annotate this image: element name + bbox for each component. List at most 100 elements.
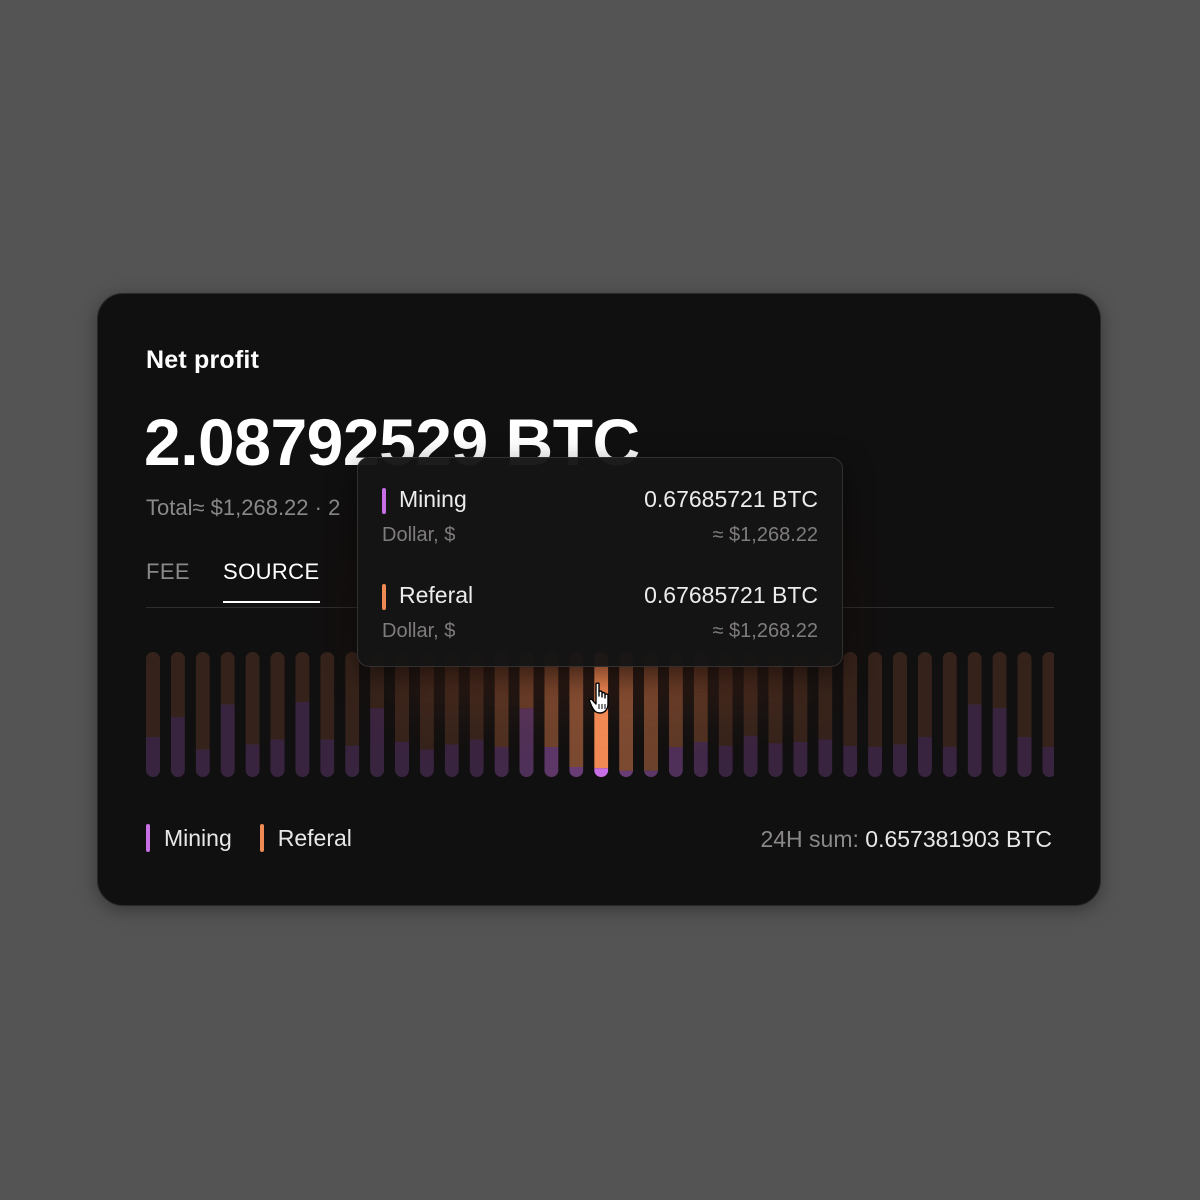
bar-segment-referal <box>320 652 335 740</box>
legend-item-mining: Mining <box>146 824 232 852</box>
tooltip-unit-label: Dollar, $ <box>382 524 456 546</box>
chart-bar-25[interactable] <box>768 652 783 777</box>
bar-segment-referal <box>295 652 310 702</box>
bar-segment-mining <box>419 749 434 777</box>
tooltip-marker-referal <box>382 584 386 610</box>
bar-segment-mining <box>270 739 285 777</box>
bar-segment-referal <box>170 652 185 717</box>
bar-segment-referal <box>345 652 360 746</box>
bar-segment-mining <box>444 744 459 777</box>
chart-bar-16[interactable] <box>544 652 559 777</box>
chart-bar-14[interactable] <box>494 652 509 777</box>
chart-bar-35[interactable] <box>1017 652 1032 777</box>
chart-bar-30[interactable] <box>893 652 907 777</box>
tooltip-marker-mining <box>382 488 386 514</box>
chart-bar-20[interactable] <box>644 652 658 777</box>
bar-segment-mining <box>519 708 534 777</box>
bar-segment-mining <box>295 702 310 777</box>
chart-bar-22[interactable] <box>693 652 708 777</box>
chart-bar-33[interactable] <box>967 652 982 777</box>
chart-bar-6[interactable] <box>295 652 310 777</box>
bar-segment-referal <box>644 652 658 771</box>
chart-bar-24[interactable] <box>743 652 758 777</box>
bar-segment-mining <box>693 742 708 777</box>
bar-segment-mining <box>619 770 634 777</box>
chart-bar-26[interactable] <box>793 652 808 777</box>
bar-segment-referal <box>843 652 858 746</box>
bar-segment-referal <box>967 652 982 705</box>
chart-bar-36[interactable] <box>1042 652 1054 777</box>
bar-segment-mining <box>494 747 509 777</box>
tooltip-usd-value: ≈ $1,268.22 <box>712 620 818 642</box>
tooltip-unit-label: Dollar, $ <box>382 620 456 642</box>
legend-label-referal: Referal <box>277 824 352 851</box>
chart-bar-19[interactable] <box>619 652 634 777</box>
bar-segment-mining <box>146 737 160 777</box>
bar-segment-mining <box>345 745 360 777</box>
chart-bar-4[interactable] <box>245 652 260 777</box>
bar-segment-mining <box>170 717 185 777</box>
chart-bar-1[interactable] <box>170 652 185 777</box>
bar-segment-mining <box>868 747 883 777</box>
bar-segment-mining <box>992 708 1007 777</box>
bar-segment-referal <box>942 652 957 747</box>
chart-bar-13[interactable] <box>469 652 484 777</box>
source-bar-chart[interactable] <box>146 652 1054 782</box>
tab-source[interactable]: SOURCE <box>223 559 320 603</box>
bar-segment-referal <box>1042 652 1054 747</box>
bar-segment-mining <box>768 743 783 777</box>
legend-swatch-mining <box>146 824 150 852</box>
chart-bar-8[interactable] <box>345 652 360 777</box>
bar-segment-mining <box>967 704 982 777</box>
bar-segment-mining <box>220 704 235 777</box>
bar-segment-mining <box>320 739 335 777</box>
bar-segment-referal <box>917 652 932 737</box>
chart-bar-10[interactable] <box>395 652 409 777</box>
bar-segment-referal <box>245 652 260 745</box>
bar-segment-mining <box>793 742 808 777</box>
tooltip-btc-value: 0.67685721 BTC <box>644 486 818 512</box>
legend-item-referal: Referal <box>259 824 352 852</box>
bar-segment-mining <box>917 737 932 777</box>
total-usd-subline: Total≈ $1,268.22 · 2 <box>146 495 341 520</box>
chart-tooltip: Mining 0.67685721 BTC Dollar, $ ≈ $1,268… <box>357 457 843 667</box>
chart-bar-7[interactable] <box>320 652 335 777</box>
chart-bar-17[interactable] <box>569 652 584 777</box>
chart-bar-12[interactable] <box>444 652 459 777</box>
chart-bar-3[interactable] <box>220 652 235 777</box>
tooltip-btc-value: 0.67685721 BTC <box>644 582 818 608</box>
bar-segment-mining <box>245 744 260 777</box>
chart-bar-34[interactable] <box>992 652 1007 777</box>
chart-bar-32[interactable] <box>942 652 957 777</box>
chart-bar-27[interactable] <box>818 652 833 777</box>
bar-segment-mining <box>743 735 758 777</box>
bar-segment-referal <box>569 652 584 767</box>
bar-segment-mining <box>942 747 957 777</box>
chart-bar-15[interactable] <box>519 652 534 777</box>
bar-segment-mining <box>469 739 484 777</box>
chart-bar-0[interactable] <box>146 652 160 777</box>
tooltip-series-name: Mining <box>399 486 467 512</box>
chart-bar-31[interactable] <box>917 652 932 777</box>
chart-bar-21[interactable] <box>668 652 683 777</box>
bar-segment-mining <box>195 749 210 777</box>
bar-segment-mining <box>668 747 683 777</box>
chart-bar-2[interactable] <box>195 652 210 777</box>
bar-segment-mining <box>569 767 584 777</box>
bar-segment-referal <box>220 652 235 705</box>
bar-segment-referal <box>868 652 883 747</box>
chart-bar-28[interactable] <box>843 652 858 777</box>
chart-bar-29[interactable] <box>868 652 883 777</box>
chart-bar-11[interactable] <box>419 652 434 777</box>
chart-bar-5[interactable] <box>270 652 285 777</box>
legend-swatch-referal <box>259 824 264 852</box>
chart-bar-23[interactable] <box>718 652 733 777</box>
chart-bar-9[interactable] <box>370 652 385 777</box>
24h-sum-label: 24H sum: <box>760 826 859 852</box>
bar-segment-mining <box>893 744 907 777</box>
bar-segment-referal <box>146 652 160 737</box>
bar-segment-mining <box>718 745 733 777</box>
bar-segment-mining <box>843 745 858 777</box>
tab-fee[interactable]: FEE <box>146 559 190 601</box>
bar-segment-mining <box>395 742 409 777</box>
